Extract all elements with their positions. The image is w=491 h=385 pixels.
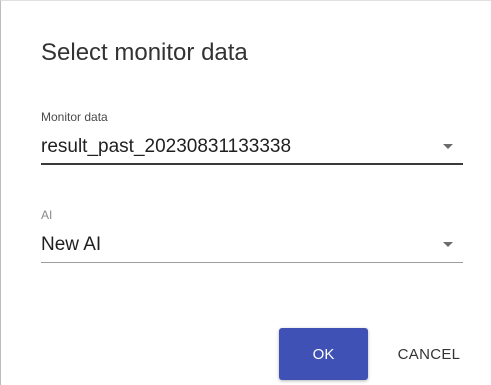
dropdown-arrow-icon[interactable] bbox=[443, 242, 453, 247]
select-monitor-dialog: Select monitor data Monitor data result_… bbox=[0, 0, 491, 385]
monitor-data-value: result_past_20230831133338 bbox=[41, 136, 292, 157]
monitor-data-select-field: Monitor data result_past_20230831133338 bbox=[41, 110, 463, 165]
monitor-data-underline bbox=[41, 163, 463, 165]
monitor-data-label: Monitor data bbox=[41, 110, 108, 124]
ai-select-field: AI New AI bbox=[41, 208, 463, 263]
ai-label: AI bbox=[41, 208, 53, 222]
ai-value: New AI bbox=[41, 234, 102, 255]
dialog-title: Select monitor data bbox=[41, 39, 248, 66]
monitor-data-select[interactable]: result_past_20230831133338 bbox=[41, 135, 463, 165]
dropdown-arrow-icon[interactable] bbox=[443, 144, 453, 149]
ai-select[interactable]: New AI bbox=[41, 233, 463, 263]
ai-underline bbox=[41, 262, 463, 263]
cancel-button[interactable]: CANCEL bbox=[383, 328, 475, 380]
ok-button[interactable]: OK bbox=[279, 328, 368, 380]
